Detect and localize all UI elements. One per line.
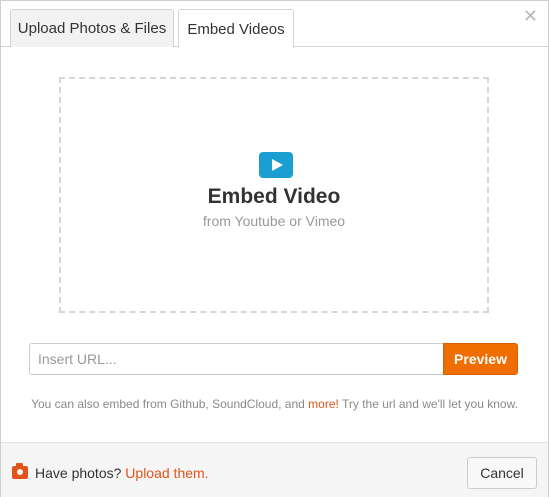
embed-hint: You can also embed from Github, SoundClo… (1, 397, 548, 411)
more-link[interactable]: more! (308, 397, 339, 411)
tab-embed-videos[interactable]: Embed Videos (178, 9, 294, 48)
camera-icon (12, 463, 28, 479)
embed-dropzone: Embed Video from Youtube or Vimeo (59, 77, 489, 313)
url-row: Preview (29, 343, 518, 375)
cancel-button[interactable]: Cancel (467, 457, 537, 489)
modal-footer: Have photos? Upload them. Cancel (1, 442, 548, 497)
url-input[interactable] (29, 343, 443, 375)
hint-text-before: You can also embed from Github, SoundClo… (31, 397, 309, 411)
play-video-icon (259, 152, 293, 178)
dropzone-title: Embed Video (207, 185, 341, 208)
tab-upload-photos-files[interactable]: Upload Photos & Files (10, 9, 174, 47)
embed-modal: Upload Photos & Files Embed Videos ✕ Emb… (0, 0, 549, 497)
have-photos-text: Have photos? Upload them. (35, 465, 209, 481)
tab-bar: Upload Photos & Files Embed Videos (1, 1, 548, 48)
hint-text-after: Try the url and we'll let you know. (338, 397, 518, 411)
preview-button[interactable]: Preview (443, 343, 518, 375)
tab-embed-label: Embed Videos (187, 20, 285, 38)
close-icon[interactable]: ✕ (523, 7, 538, 25)
dropzone-subtitle: from Youtube or Vimeo (202, 213, 346, 229)
tab-upload-label: Upload Photos & Files (17, 20, 167, 37)
upload-them-link[interactable]: Upload them. (125, 465, 208, 481)
have-photos-label: Have photos? (35, 465, 122, 481)
